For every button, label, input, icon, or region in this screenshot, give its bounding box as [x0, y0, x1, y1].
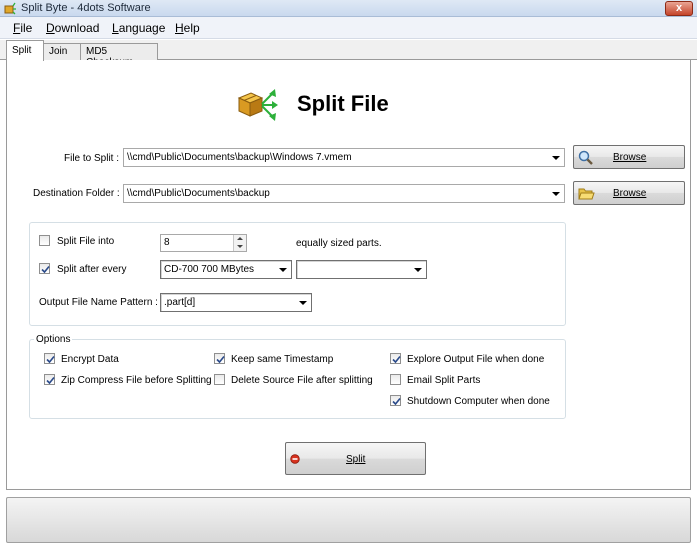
file-to-split-combo[interactable]: \\cmd\Public\Documents\backup\Windows 7.… — [123, 148, 565, 167]
delete-source-label: Delete Source File after splitting — [231, 375, 373, 386]
chevron-down-icon — [414, 268, 422, 272]
size-preset-value: CD-700 700 MBytes — [164, 264, 255, 275]
tab-md5-checksum[interactable]: MD5 Checksum — [80, 43, 158, 68]
chevron-down-icon — [237, 245, 243, 248]
chevron-down-icon — [299, 301, 307, 305]
checkmark-icon — [392, 355, 401, 364]
shutdown-computer-checkbox[interactable] — [390, 395, 401, 406]
folder-icon — [578, 188, 595, 200]
encrypt-data-checkbox[interactable] — [44, 353, 55, 364]
tab-join[interactable]: Join — [43, 43, 81, 60]
destination-folder-label: Destination Folder : — [33, 188, 120, 199]
size-preset-select[interactable]: CD-700 700 MBytes — [160, 260, 292, 279]
browse-file-button[interactable]: Browse — [573, 145, 685, 169]
menu-language-accel: L — [112, 21, 119, 35]
size-unit-select[interactable] — [296, 260, 427, 279]
chevron-down-icon — [552, 192, 560, 196]
chevron-down-icon — [552, 156, 560, 160]
file-to-split-value: \\cmd\Public\Documents\backup\Windows 7.… — [127, 152, 352, 163]
email-split-parts-label: Email Split Parts — [407, 375, 481, 386]
status-bar — [6, 497, 691, 543]
parts-count-stepper[interactable]: 8 — [160, 234, 247, 252]
menu-language-label: anguage — [118, 21, 166, 35]
shutdown-computer-label: Shutdown Computer when done — [407, 396, 550, 407]
browse-folder-button[interactable]: Browse — [573, 181, 685, 205]
destination-folder-combo[interactable]: \\cmd\Public\Documents\backup — [123, 184, 565, 203]
keep-timestamp-label: Keep same Timestamp — [231, 354, 334, 365]
zip-compress-label: Zip Compress File before Splitting — [61, 375, 212, 386]
window-title: Split Byte - 4dots Software — [21, 2, 151, 14]
browse-folder-label: Browse — [613, 188, 647, 199]
explore-output-checkbox[interactable] — [390, 353, 401, 364]
menu-help[interactable]: Help — [175, 21, 200, 35]
menu-help-label: elp — [183, 21, 200, 35]
menu-download[interactable]: Download — [46, 21, 99, 35]
magnifier-icon — [578, 150, 593, 165]
chevron-down-icon — [279, 268, 287, 272]
close-button[interactable]: x — [665, 1, 693, 16]
menu-download-accel: D — [46, 21, 55, 35]
menu-download-label: ownload — [54, 21, 100, 35]
zip-compress-checkbox[interactable] — [44, 374, 55, 385]
split-button-label: Split — [346, 454, 366, 465]
split-every-checkbox[interactable] — [39, 263, 50, 274]
pattern-select[interactable]: .part[d] — [160, 293, 312, 312]
keep-timestamp-checkbox[interactable] — [214, 353, 225, 364]
delete-source-checkbox[interactable] — [214, 374, 225, 385]
stop-sign-icon — [290, 454, 300, 464]
parts-suffix-label: equally sized parts. — [296, 238, 382, 249]
menu-help-accel: H — [175, 21, 184, 35]
menu-language[interactable]: Language — [112, 21, 165, 35]
tab-strip: Split Join MD5 Checksum — [0, 40, 697, 68]
split-every-label: Split after every — [57, 264, 127, 275]
tab-split[interactable]: Split — [6, 40, 44, 61]
parts-count-value: 8 — [164, 237, 170, 248]
checkmark-icon — [41, 265, 50, 274]
menu-file[interactable]: File — [13, 21, 32, 35]
checkmark-icon — [46, 376, 55, 385]
encrypt-data-label: Encrypt Data — [61, 354, 119, 365]
app-icon — [4, 2, 16, 15]
pattern-value: .part[d] — [164, 297, 196, 308]
page-title: Split File — [297, 91, 389, 116]
file-to-split-label: File to Split : — [64, 153, 120, 164]
checkmark-icon — [392, 397, 401, 406]
checkmark-icon — [216, 355, 225, 364]
title-bar: Split Byte - 4dots Software x — [0, 0, 697, 17]
stepper-buttons[interactable] — [233, 235, 246, 251]
menu-file-label: ile — [20, 21, 33, 35]
split-button[interactable]: Split — [285, 442, 426, 475]
chevron-up-icon — [237, 237, 243, 240]
checkmark-icon — [46, 355, 55, 364]
menu-bar: File Download Language Help — [0, 17, 697, 39]
split-into-checkbox[interactable] — [39, 235, 50, 246]
email-split-parts-checkbox[interactable] — [390, 374, 401, 385]
options-legend: Options — [34, 334, 73, 345]
split-into-label: Split File into — [57, 236, 115, 247]
split-file-icon — [237, 89, 278, 121]
destination-folder-value: \\cmd\Public\Documents\backup — [127, 188, 270, 199]
pattern-label: Output File Name Pattern : — [39, 297, 158, 308]
browse-file-label: Browse — [613, 152, 647, 163]
explore-output-label: Explore Output File when done — [407, 354, 545, 365]
